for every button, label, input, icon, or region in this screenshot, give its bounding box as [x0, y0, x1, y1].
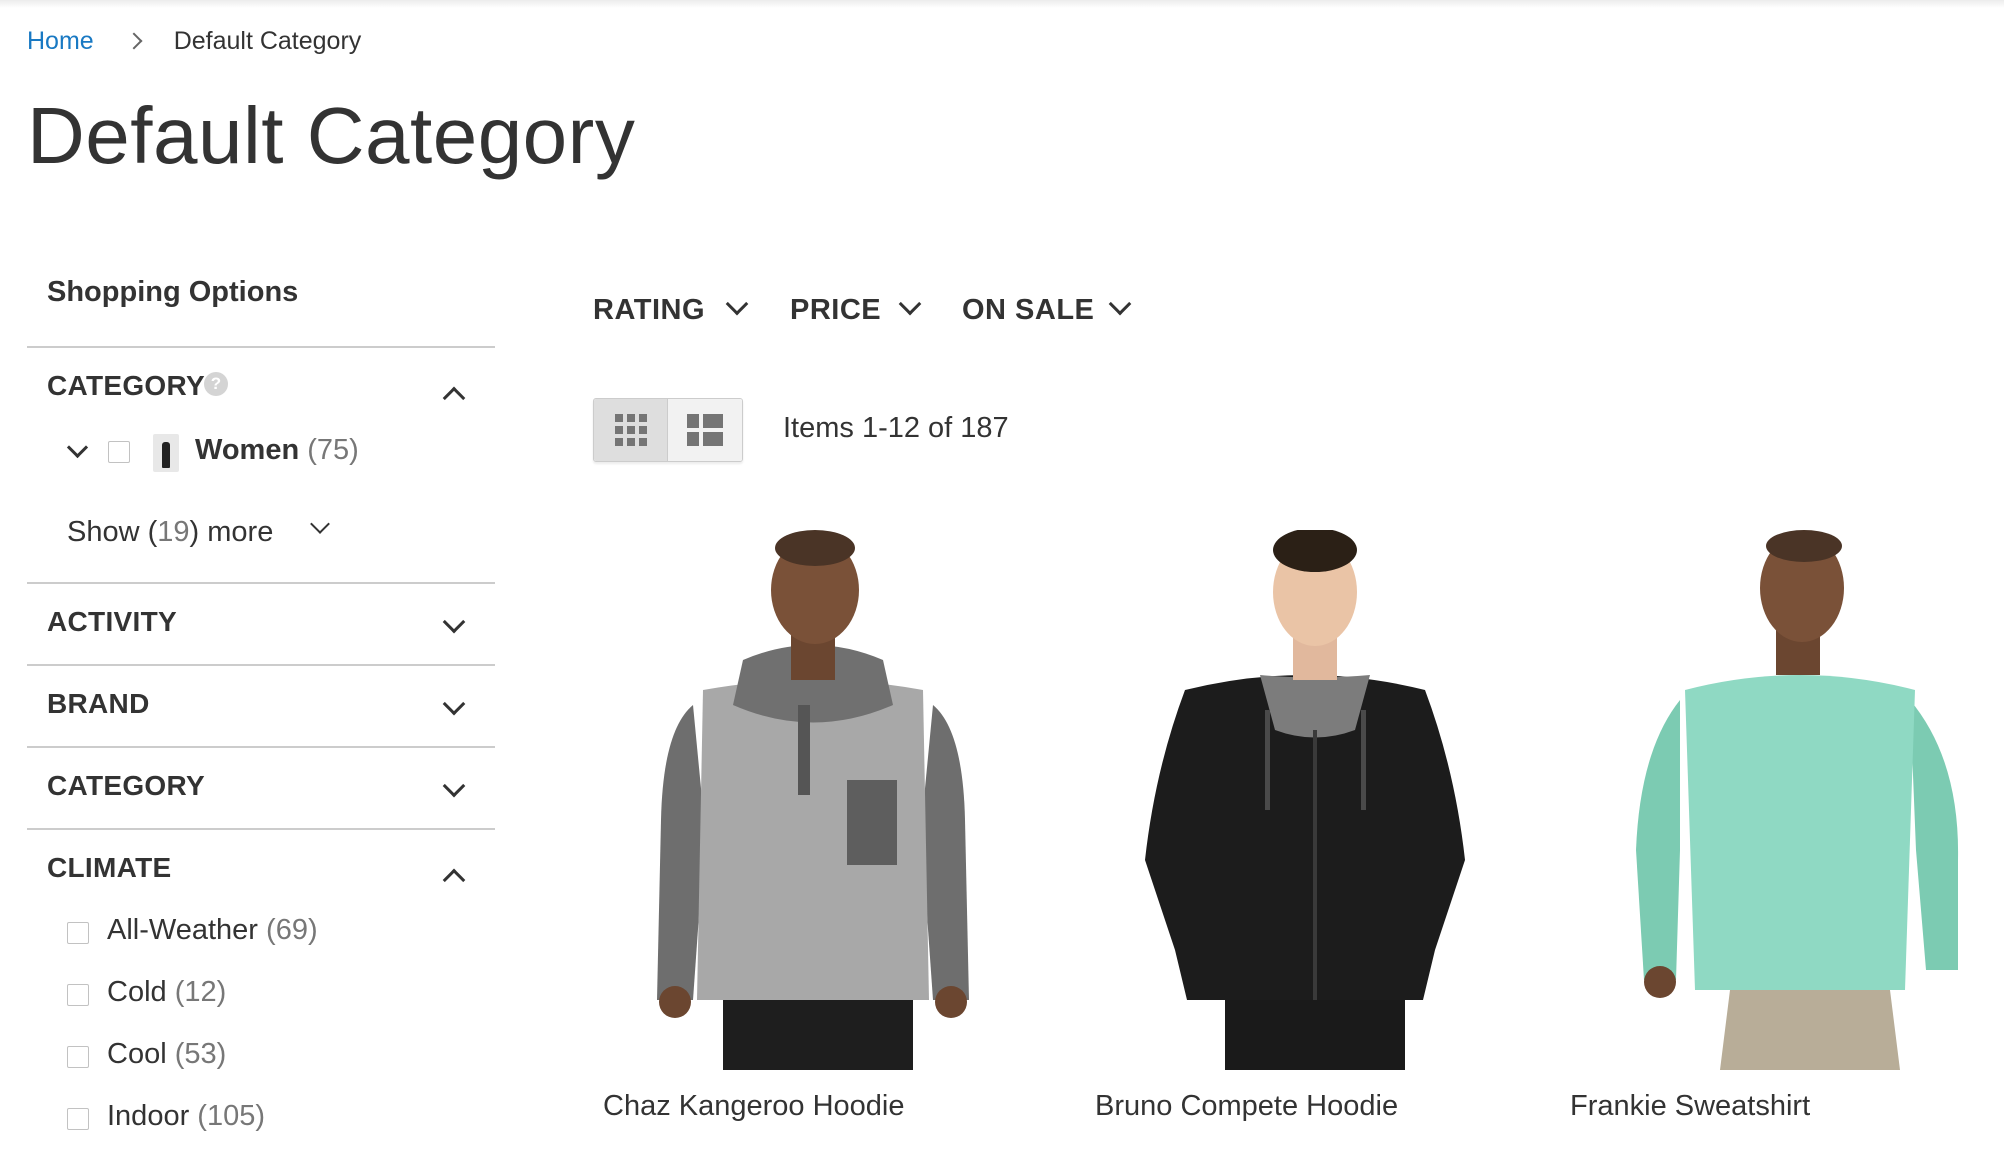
product-name-link[interactable]: Chaz Kangeroo Hoodie: [603, 1090, 904, 1123]
filter-category-2-title: CATEGORY: [47, 770, 205, 801]
chevron-up-icon: [442, 386, 466, 410]
climate-checkbox[interactable]: [67, 1046, 89, 1068]
climate-option-label: All-Weather (69): [107, 914, 318, 947]
question-icon[interactable]: ?: [204, 372, 228, 396]
filter-category-2-header[interactable]: CATEGORY: [27, 748, 495, 828]
filter-climate-title: CLIMATE: [47, 852, 172, 883]
chevron-down-icon: [898, 292, 922, 316]
filter-category-header[interactable]: CATEGORY ?: [27, 348, 495, 428]
product-name-link[interactable]: Frankie Sweatshirt: [1570, 1090, 1810, 1123]
breadcrumb-home-link[interactable]: Home: [27, 27, 94, 56]
breadcrumb-separator-icon: [125, 32, 143, 50]
show-more-link[interactable]: Show (19) more: [67, 516, 273, 549]
show-more-chevron-icon: [310, 514, 330, 534]
grid-view-button[interactable]: [594, 399, 668, 461]
product-name-link[interactable]: Bruno Compete Hoodie: [1095, 1090, 1398, 1123]
product-image[interactable]: [1085, 530, 1525, 1070]
chevron-down-icon: [442, 610, 466, 634]
filter-activity-title: ACTIVITY: [47, 606, 177, 637]
breadcrumb-current: Default Category: [173, 26, 362, 55]
chevron-down-icon: [442, 774, 466, 798]
top-shadow: [0, 0, 2004, 8]
top-filter-on-sale-label: ON SALE: [962, 294, 1095, 326]
category-option-name: Women: [195, 434, 300, 466]
climate-option-name: Cold: [107, 976, 167, 1008]
filter-brand-title: BRAND: [47, 688, 150, 719]
climate-option-name: All-Weather: [107, 914, 258, 946]
climate-checkbox[interactable]: [67, 922, 89, 944]
show-more-suffix: ) more: [189, 516, 274, 548]
top-filter-on-sale[interactable]: ON SALE: [962, 290, 1142, 330]
climate-option-count: (53): [174, 1038, 227, 1070]
product-image[interactable]: [1560, 530, 2000, 1070]
grid-view-icon: [614, 414, 647, 446]
chevron-down-icon: [1108, 292, 1132, 316]
list-view-button[interactable]: [668, 399, 742, 461]
filter-activity-header[interactable]: ACTIVITY: [27, 584, 495, 664]
climate-option-label: Cool (53): [107, 1038, 226, 1071]
list-view-icon: [687, 414, 723, 446]
chevron-up-icon: [442, 868, 466, 892]
climate-option-count: (105): [197, 1100, 265, 1132]
climate-checkbox[interactable]: [67, 984, 89, 1006]
category-option-label: Women (75): [195, 434, 359, 467]
shopping-options-title: Shopping Options: [47, 276, 299, 308]
show-more-count: 19: [157, 516, 190, 548]
climate-option-count: (69): [266, 914, 318, 946]
items-count: Items 1-12 of 187: [783, 412, 1009, 444]
top-filter-price-label: PRICE: [790, 294, 882, 326]
breadcrumb: Home Default Category: [27, 24, 361, 58]
climate-option-name: Indoor: [107, 1100, 190, 1132]
climate-option-label: Cold (12): [107, 976, 226, 1009]
top-filter-rating-label: RATING: [593, 294, 706, 326]
product-image[interactable]: [593, 530, 1033, 1070]
category-women-checkbox[interactable]: [108, 441, 130, 463]
filter-category-title: CATEGORY: [47, 370, 205, 401]
chevron-down-icon: [725, 292, 749, 316]
climate-option-label: Indoor (105): [107, 1100, 265, 1133]
top-filter-price[interactable]: PRICE: [790, 290, 930, 330]
page-title: Default Category: [27, 91, 636, 180]
chevron-down-icon[interactable]: [66, 436, 89, 459]
show-more-prefix: Show (: [67, 516, 158, 548]
chevron-down-icon: [442, 692, 466, 716]
filter-brand-header[interactable]: BRAND: [27, 666, 495, 746]
filter-climate-header[interactable]: CLIMATE: [27, 830, 495, 910]
climate-checkbox[interactable]: [67, 1108, 89, 1130]
climate-option-count: (12): [174, 976, 227, 1008]
category-thumbnail-icon: [153, 434, 179, 472]
climate-option-name: Cool: [107, 1038, 167, 1070]
view-mode-switcher: [593, 398, 743, 462]
top-filter-rating[interactable]: RATING: [593, 290, 758, 330]
category-option-count: (75): [307, 434, 359, 466]
